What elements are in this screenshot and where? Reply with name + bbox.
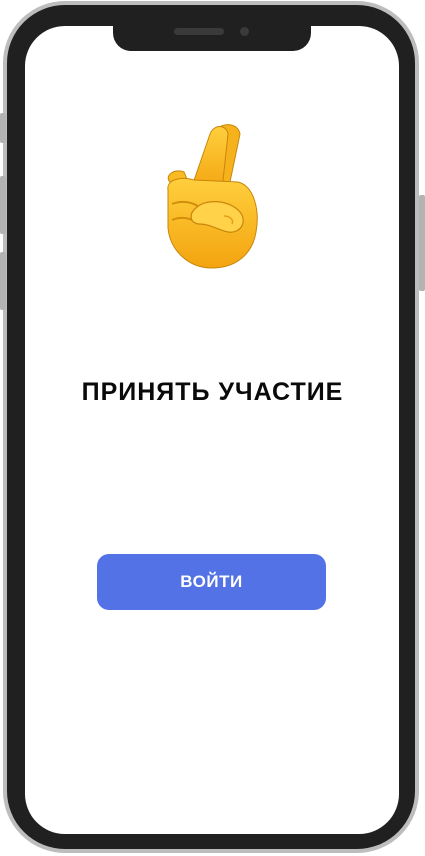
crossed-fingers-icon xyxy=(167,124,258,269)
front-camera xyxy=(240,27,249,36)
phone-volume-up-button xyxy=(0,176,6,234)
phone-notch xyxy=(113,17,311,51)
page-title: ПРИНЯТЬ УЧАСТИЕ xyxy=(81,378,344,406)
login-button[interactable]: ВОЙТИ xyxy=(97,554,326,610)
phone-silent-switch xyxy=(0,113,6,143)
phone-power-button xyxy=(419,195,425,291)
phone-volume-down-button xyxy=(0,252,6,310)
speaker-grille xyxy=(174,28,224,35)
